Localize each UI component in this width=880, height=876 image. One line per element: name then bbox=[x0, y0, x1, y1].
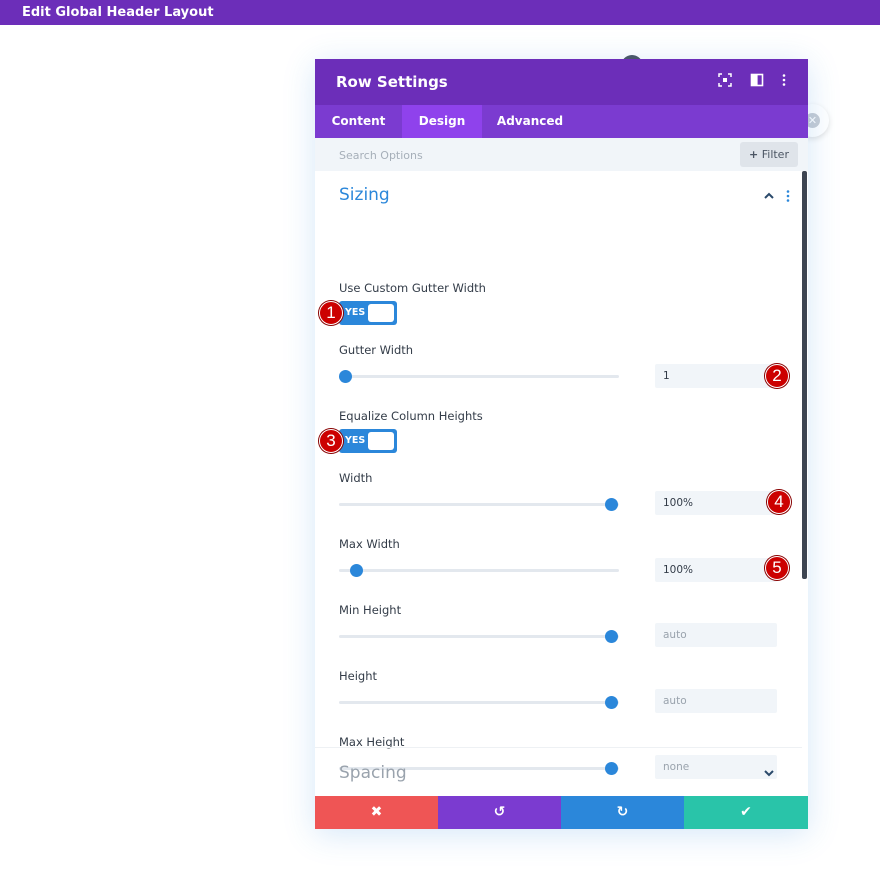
custom-gutter-label: Use Custom Gutter Width bbox=[339, 281, 486, 295]
save-button[interactable]: ✔ bbox=[684, 796, 808, 829]
width-label: Width bbox=[339, 471, 373, 485]
annotation-badge-2: 2 bbox=[765, 364, 789, 388]
toggle-knob bbox=[368, 432, 394, 450]
search-bar: + Filter bbox=[315, 138, 808, 171]
toggle-knob bbox=[368, 304, 394, 322]
height-slider-handle[interactable] bbox=[605, 696, 618, 709]
cancel-button[interactable]: ✖ bbox=[315, 796, 438, 829]
min-height-slider-handle[interactable] bbox=[605, 630, 618, 643]
annotation-badge-3: 3 bbox=[319, 429, 343, 453]
expand-icon[interactable] bbox=[716, 73, 734, 91]
width-slider-handle[interactable] bbox=[605, 498, 618, 511]
width-input[interactable]: 100% bbox=[655, 491, 777, 515]
filter-button[interactable]: + Filter bbox=[740, 142, 798, 167]
equalize-heights-label: Equalize Column Heights bbox=[339, 409, 483, 423]
close-icon: ✖ bbox=[370, 804, 383, 820]
section-options-icon[interactable] bbox=[785, 189, 791, 207]
annotation-badge-4: 4 bbox=[767, 490, 791, 514]
chevron-up-icon[interactable] bbox=[763, 190, 775, 205]
max-height-slider-handle[interactable] bbox=[605, 762, 618, 775]
settings-content: Sizing Use Custom Gutter Width YES 1 Gut… bbox=[315, 171, 808, 796]
sidebar-layout-icon[interactable] bbox=[748, 73, 766, 91]
max-width-slider-handle[interactable] bbox=[349, 564, 363, 577]
width-slider-track[interactable] bbox=[339, 503, 619, 506]
annotation-badge-5: 5 bbox=[765, 556, 789, 580]
min-height-input[interactable]: auto bbox=[655, 623, 777, 647]
section-divider bbox=[315, 747, 802, 748]
checkmark-icon: ✔ bbox=[740, 804, 752, 820]
height-label: Height bbox=[339, 669, 378, 683]
builder-top-bar: Edit Global Header Layout bbox=[0, 0, 880, 25]
modal-title: Row Settings bbox=[336, 73, 448, 91]
height-slider-track[interactable] bbox=[339, 701, 619, 704]
section-title-spacing[interactable]: Spacing bbox=[339, 762, 407, 784]
tab-content[interactable]: Content bbox=[315, 105, 402, 138]
gutter-width-label: Gutter Width bbox=[339, 343, 414, 357]
settings-tabs: Content Design Advanced bbox=[315, 105, 808, 138]
redo-button[interactable]: ↻ bbox=[561, 796, 684, 829]
annotation-badge-1: 1 bbox=[319, 301, 343, 325]
search-input[interactable] bbox=[339, 146, 719, 164]
toggle-yes-label: YES bbox=[345, 307, 366, 318]
max-width-input[interactable]: 100% bbox=[655, 558, 777, 582]
undo-button[interactable]: ↺ bbox=[438, 796, 561, 829]
plus-icon: + bbox=[749, 148, 759, 161]
scrollbar[interactable] bbox=[802, 171, 807, 579]
equalize-heights-toggle[interactable]: YES bbox=[339, 429, 397, 453]
custom-gutter-toggle[interactable]: YES bbox=[339, 301, 397, 325]
height-input[interactable]: auto bbox=[655, 689, 777, 713]
toggle-yes-label: YES bbox=[345, 435, 366, 446]
undo-icon: ↺ bbox=[493, 804, 506, 820]
page-title: Edit Global Header Layout bbox=[22, 5, 214, 20]
row-settings-modal: Row Settings Content Design Advanced + F… bbox=[315, 59, 808, 829]
modal-footer: ✖ ↺ ↻ ✔ bbox=[315, 796, 808, 829]
section-title-sizing[interactable]: Sizing bbox=[339, 184, 390, 206]
max-height-input[interactable]: none bbox=[655, 755, 777, 779]
max-width-label: Max Width bbox=[339, 537, 400, 551]
tab-design[interactable]: Design bbox=[402, 105, 482, 138]
modal-header: Row Settings bbox=[315, 59, 808, 105]
more-vertical-icon[interactable] bbox=[775, 73, 793, 91]
min-height-slider-track[interactable] bbox=[339, 635, 619, 638]
chevron-down-icon[interactable] bbox=[763, 767, 775, 782]
gutter-width-slider-handle[interactable] bbox=[339, 370, 352, 383]
gutter-width-slider-track[interactable] bbox=[339, 375, 619, 378]
max-width-slider-track[interactable] bbox=[339, 569, 619, 572]
tab-advanced[interactable]: Advanced bbox=[482, 105, 578, 138]
min-height-label: Min Height bbox=[339, 603, 402, 617]
redo-icon: ↻ bbox=[616, 804, 629, 820]
gutter-width-input[interactable]: 1 bbox=[655, 364, 777, 388]
filter-label: Filter bbox=[761, 148, 789, 161]
